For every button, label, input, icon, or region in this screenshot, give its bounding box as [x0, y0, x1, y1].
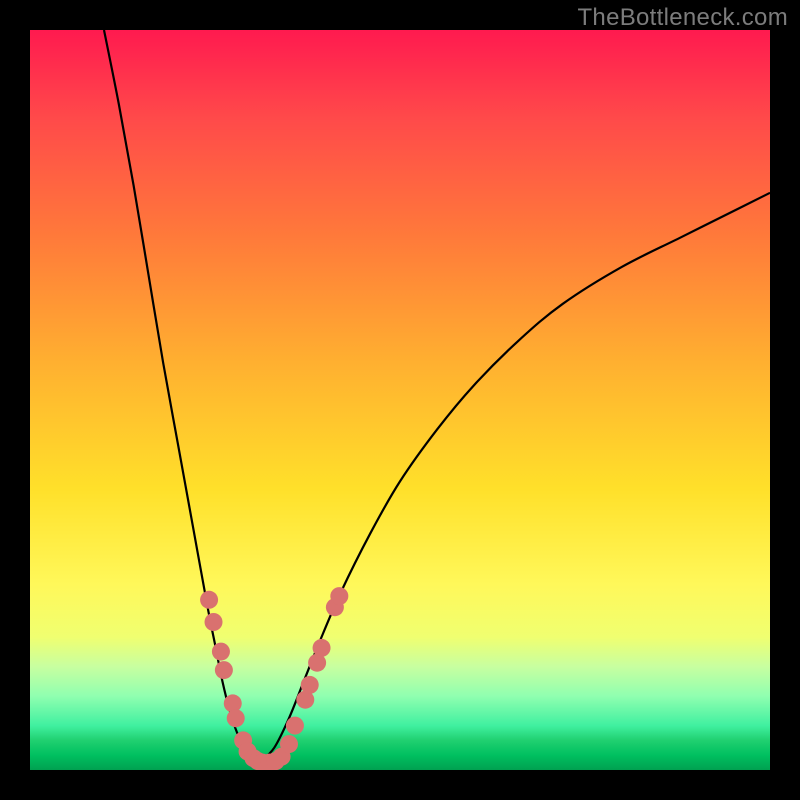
marker-dot — [212, 643, 230, 661]
plot-area — [30, 30, 770, 770]
marker-dot — [227, 709, 245, 727]
chart-frame: TheBottleneck.com — [0, 0, 800, 800]
watermark-text: TheBottleneck.com — [577, 4, 788, 32]
marker-dot — [330, 587, 348, 605]
marker-dot — [286, 717, 304, 735]
marker-dot — [280, 735, 298, 753]
marker-dot — [215, 661, 233, 679]
marker-dot — [301, 676, 319, 694]
curve-left — [104, 30, 259, 763]
curve-right — [259, 193, 770, 763]
marker-dot — [224, 694, 242, 712]
highlight-markers — [200, 587, 348, 770]
marker-dot — [313, 639, 331, 657]
chart-svg — [30, 30, 770, 770]
marker-dot — [200, 591, 218, 609]
marker-dot — [205, 613, 223, 631]
